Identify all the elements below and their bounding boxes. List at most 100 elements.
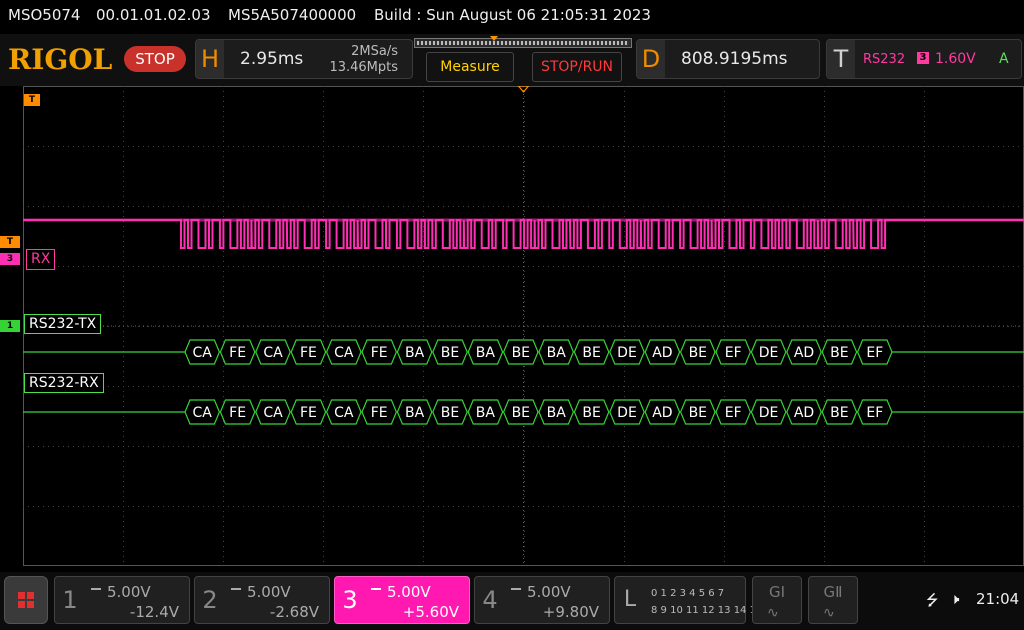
channel3-marker[interactable]: 3 <box>0 253 20 265</box>
build-text: Build : Sun August 06 21:05:31 2023 <box>374 6 651 24</box>
sample-rate-value: 2MSa/s <box>351 44 398 59</box>
tx-decode-byte-label: BE <box>689 345 707 361</box>
rx-decode-byte-label: FE <box>229 405 246 421</box>
rx-decode-byte-label: BE <box>441 405 459 421</box>
tx-decode-byte-label: FE <box>229 345 246 361</box>
tx-decode-byte-label: CA <box>334 345 354 361</box>
channel-3-scale: 5.00V <box>387 583 431 601</box>
channel-4-box[interactable]: 4 5.00V +9.80V <box>474 576 610 624</box>
tx-decode-byte-label: BE <box>512 345 530 361</box>
speaker-muted-icon[interactable]: 🕨 <box>950 590 959 608</box>
trigger-source-badge: 3 <box>917 52 929 64</box>
rx-decode-byte-label: AD <box>794 405 814 421</box>
logic-channels-row2: 8 9 10 11 12 13 14 15 <box>651 605 763 616</box>
tx-decode-byte-label: CA <box>193 345 213 361</box>
logic-analyzer-box[interactable]: L 0 1 2 3 4 5 6 7 8 9 10 11 12 13 14 15 <box>614 576 762 624</box>
memory-position-bar[interactable] <box>414 36 632 48</box>
rx-decode-byte-label: CA <box>193 405 213 421</box>
rx-decode-byte-label: CA <box>263 405 283 421</box>
memory-marker-icon <box>490 36 498 41</box>
trigger-panel[interactable]: T RS232 3 1.60V A <box>826 39 1022 79</box>
usb-icon: ⭍ <box>926 591 939 609</box>
rx-decode-byte-label: EF <box>725 405 742 421</box>
firmware-text: 00.01.01.02.03 <box>96 6 211 24</box>
tx-decode-byte-label: EF <box>866 345 883 361</box>
memory-depth-value: 13.46Mpts <box>329 60 398 75</box>
rx-decode-byte-label: DE <box>617 405 637 421</box>
rx-decode-byte-label: BE <box>830 405 848 421</box>
bus-marker[interactable]: 1 <box>0 320 20 332</box>
logic-letter: L <box>623 587 637 612</box>
channel-4-scale: 5.00V <box>527 583 571 601</box>
bus-label-rx: RS232-RX <box>24 373 104 393</box>
rx-waveform-trace <box>23 219 1024 249</box>
tx-decode-byte-label: EF <box>725 345 742 361</box>
logic-channels-row1: 0 1 2 3 4 5 6 7 <box>651 588 725 599</box>
channel-2-box[interactable]: 2 5.00V -2.68V <box>194 576 330 624</box>
timebase-value: 2.95ms <box>240 49 304 69</box>
generator-2-label: GⅡ <box>823 583 843 601</box>
rx-decode-byte-label: CA <box>334 405 354 421</box>
channel-2-offset: -2.68V <box>269 603 319 621</box>
rx-decode-byte-label: BE <box>582 405 600 421</box>
serial-text: MS5A507400000 <box>228 6 357 24</box>
tx-decode-byte-label: BA <box>476 345 496 361</box>
trigger-letter: T <box>827 40 855 78</box>
trigger-position-marker[interactable]: T <box>24 94 40 106</box>
tx-decode-byte-label: BE <box>441 345 459 361</box>
app-menu-icon[interactable] <box>4 576 48 624</box>
horizontal-letter: H <box>196 40 224 78</box>
rx-decode-byte-label: BA <box>405 405 425 421</box>
tx-decode-byte-label: AD <box>794 345 814 361</box>
rx-decode-byte-label: FE <box>300 405 317 421</box>
delay-value: 808.9195ms <box>681 49 788 69</box>
delay-letter: D <box>637 40 665 78</box>
generator-1-button[interactable]: GⅠ ∿ <box>752 576 802 624</box>
channel-1-offset: -12.4V <box>129 603 179 621</box>
channel-1-box[interactable]: 1 5.00V -12.4V <box>54 576 190 624</box>
tx-decode-byte-label: DE <box>617 345 637 361</box>
rx-decode-byte-label: EF <box>866 405 883 421</box>
channel-3-box[interactable]: 3 5.00V +5.60V <box>334 576 470 624</box>
tx-decode-byte-label: BA <box>547 345 567 361</box>
tx-decode-byte-label: FE <box>371 345 388 361</box>
tx-decode-byte-label: BA <box>405 345 425 361</box>
channel-2-number: 2 <box>202 586 218 614</box>
horizontal-panel[interactable]: H 2.95ms 2MSa/s 13.46Mpts <box>195 39 413 79</box>
tx-decode-byte-label: FE <box>300 345 317 361</box>
channel-label-rx: RX <box>26 249 56 270</box>
generator-1-label: GⅠ <box>768 583 786 601</box>
channel-2-scale: 5.00V <box>247 583 291 601</box>
model-text: MSO5074 <box>8 6 81 24</box>
info-bar: MSO5074 00.01.01.02.03 MS5A507400000 Bui… <box>0 0 1024 32</box>
rx-decode-byte-label: FE <box>371 405 388 421</box>
rx-decode-byte-label: BA <box>476 405 496 421</box>
channel-1-scale: 5.00V <box>107 583 151 601</box>
stop-run-button[interactable]: STOP/RUN <box>532 52 622 82</box>
rx-decode-byte-label: AD <box>652 405 672 421</box>
waveform-display[interactable]: CA FE CA FE CA FE BA BE BA BE BA BE DE AD BE EF DE AD BE EF… <box>23 86 1024 566</box>
rx-decode-byte-label: BE <box>689 405 707 421</box>
rigol-logo: RIGOL <box>8 43 113 76</box>
run-state-badge[interactable]: STOP <box>124 46 186 72</box>
rx-decode-byte-label: DE <box>759 405 779 421</box>
channel-3-number: 3 <box>342 586 358 614</box>
trigger-level-marker[interactable]: T <box>0 236 20 248</box>
dc-coupling-icon <box>511 588 521 592</box>
channel-3-offset: +5.60V <box>402 603 459 621</box>
delay-panel[interactable]: D 808.9195ms <box>636 39 820 79</box>
dc-coupling-icon <box>91 588 101 592</box>
tx-decode-byte-label: AD <box>652 345 672 361</box>
channel-1-number: 1 <box>62 586 78 614</box>
sine-wave-icon: ∿ <box>823 605 835 621</box>
trigger-type: RS232 <box>863 52 906 67</box>
generator-2-button[interactable]: GⅡ ∿ <box>808 576 858 624</box>
bottom-bar: 1 5.00V -12.4V 2 5.00V -2.68V 3 5.00V +5… <box>0 572 1024 630</box>
measure-button[interactable]: Measure <box>426 52 514 82</box>
tx-decode-byte-label: DE <box>759 345 779 361</box>
trigger-level: 1.60V <box>935 51 976 67</box>
channel-4-number: 4 <box>482 586 498 614</box>
channel-4-offset: +9.80V <box>542 603 599 621</box>
tx-decode-byte-label: CA <box>263 345 283 361</box>
rx-decode-byte-label: BE <box>512 405 530 421</box>
